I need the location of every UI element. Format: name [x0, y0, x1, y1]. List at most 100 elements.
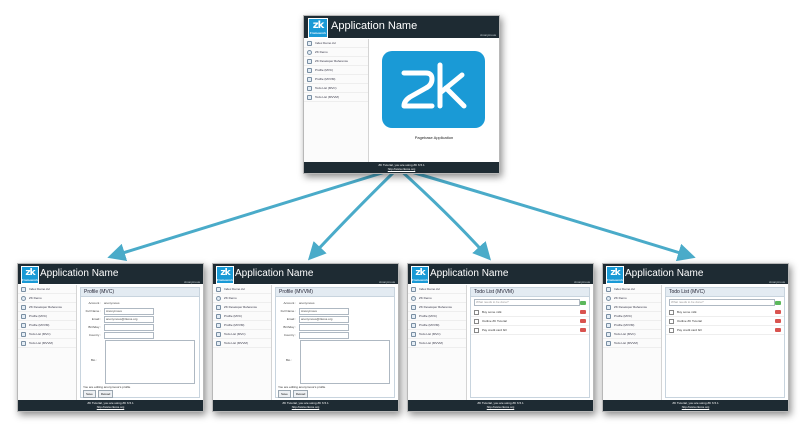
todo-checkbox[interactable] — [669, 327, 674, 333]
page-icon — [307, 67, 312, 73]
sidebar-item-profile-mvvm[interactable]: Profile (MVVM) — [304, 75, 368, 84]
footer-link[interactable]: http://www.zkoss.org — [603, 405, 788, 409]
todo-checkbox[interactable] — [474, 327, 479, 333]
sidebar-item-dev-reference[interactable]: ZK Developer Reference — [408, 303, 466, 312]
save-button[interactable]: Save — [278, 390, 291, 398]
sidebar-item-index[interactable]: Index Demo.zul — [18, 285, 76, 294]
sidebar-item-zk-demo[interactable]: ZK Demo — [603, 294, 661, 303]
birthday-datebox[interactable] — [299, 323, 349, 331]
bio-textarea[interactable] — [300, 340, 390, 384]
todo-checkbox[interactable] — [669, 318, 674, 324]
delete-todo-button[interactable] — [580, 310, 586, 314]
email-input[interactable]: anonymous@zkoss.org — [104, 315, 154, 323]
user-link[interactable]: Anonymous — [769, 280, 785, 284]
panel-title: Todo List (MVVM) — [471, 288, 589, 297]
footer-link[interactable]: http://www.zkoss.org — [408, 405, 593, 409]
page-icon — [411, 313, 416, 319]
zk-logo: zk Framework — [216, 266, 234, 284]
sidebar-item-todo-mvvm[interactable]: Todo List (MVVM) — [304, 93, 368, 102]
sidebar-item-profile-mvc[interactable]: Profile (MVC) — [603, 312, 661, 321]
sidebar-item-todo-mvc[interactable]: Todo List (MVC) — [213, 330, 271, 339]
reload-button[interactable]: Reload — [292, 390, 309, 398]
sidebar-item-index[interactable]: Index Demo.zul — [408, 285, 466, 294]
app-header: zk Framework Application Name Anonymous — [213, 264, 398, 284]
sidebar-item-todo-mvvm[interactable]: Todo List (MVVM) — [213, 339, 271, 348]
sidebar-item-todo-mvc[interactable]: Todo List (MVC) — [18, 330, 76, 339]
globe-icon — [21, 295, 26, 301]
globe-icon — [216, 295, 221, 301]
sidebar-item-profile-mvc[interactable]: Profile (MVC) — [18, 312, 76, 321]
page-icon — [606, 340, 611, 346]
page-icon — [307, 85, 312, 91]
todo-checkbox[interactable] — [474, 309, 479, 315]
fullname-row: Full Name : Anonymous — [276, 307, 394, 315]
delete-todo-button[interactable] — [580, 319, 586, 323]
page-icon — [606, 322, 611, 328]
todo-checkbox[interactable] — [474, 318, 479, 324]
account-row: Account : anonymous — [283, 301, 315, 305]
delete-todo-button[interactable] — [580, 328, 586, 332]
user-link[interactable]: Anonymous — [184, 280, 200, 284]
new-todo-input[interactable]: What needs to be done? — [474, 299, 580, 306]
reload-button[interactable]: Reload — [97, 390, 114, 398]
app-header: zk Framework Application Name Anonymous — [18, 264, 203, 284]
sidebar: Index Demo.zul ZK Demo ZK Developer Refe… — [213, 285, 272, 401]
sidebar-item-profile-mvvm[interactable]: Profile (MVVM) — [213, 321, 271, 330]
sidebar-item-todo-mvvm[interactable]: Todo List (MVVM) — [408, 339, 466, 348]
button-row: Save Reload — [83, 390, 114, 398]
page-caption: Pagebase Application — [414, 135, 454, 140]
sidebar-item-todo-mvvm[interactable]: Todo List (MVVM) — [18, 339, 76, 348]
fullname-input[interactable]: Anonymous — [104, 307, 154, 315]
country-row: Country : — [81, 331, 199, 339]
sidebar-item-dev-reference[interactable]: ZK Developer Reference — [304, 57, 368, 66]
app-footer: ZK Tutorial, you are using ZK 6.5.1 http… — [213, 400, 398, 411]
todo-checkbox[interactable] — [669, 309, 674, 315]
sidebar-item-profile-mvc[interactable]: Profile (MVC) — [408, 312, 466, 321]
house-icon — [307, 40, 312, 46]
user-link[interactable]: Anonymous — [379, 280, 395, 284]
sidebar-item-profile-mvvm[interactable]: Profile (MVVM) — [18, 321, 76, 330]
country-combobox[interactable] — [104, 331, 154, 339]
save-button[interactable]: Save — [83, 390, 96, 398]
sidebar-item-zk-demo[interactable]: ZK Demo — [18, 294, 76, 303]
email-input[interactable]: anonymous@zkoss.org — [299, 315, 349, 323]
sidebar-item-profile-mvc[interactable]: Profile (MVC) — [213, 312, 271, 321]
bio-textarea[interactable] — [105, 340, 195, 384]
globe-icon — [307, 49, 312, 55]
sidebar-item-todo-mvc[interactable]: Todo List (MVC) — [408, 330, 466, 339]
sidebar-item-todo-mvc[interactable]: Todo List (MVC) — [304, 84, 368, 93]
delete-todo-button[interactable] — [775, 319, 781, 323]
sidebar-item-profile-mvvm[interactable]: Profile (MVVM) — [603, 321, 661, 330]
sidebar-item-index[interactable]: Index Demo.zul — [213, 285, 271, 294]
footer-link[interactable]: http://www.zkoss.org — [18, 405, 203, 409]
sidebar-item-index[interactable]: Index Demo.zul — [304, 39, 368, 48]
sidebar-item-index[interactable]: Index Demo.zul — [603, 285, 661, 294]
add-todo-button[interactable] — [775, 300, 781, 305]
delete-todo-button[interactable] — [775, 310, 781, 314]
sidebar-item-todo-mvvm[interactable]: Todo List (MVVM) — [603, 339, 661, 348]
country-combobox[interactable] — [299, 331, 349, 339]
sidebar-item-zk-demo[interactable]: ZK Demo — [408, 294, 466, 303]
profile-mvc-screenshot: zk Framework Application Name Anonymous … — [17, 263, 204, 412]
sidebar-item-todo-mvc[interactable]: Todo List (MVC) — [603, 330, 661, 339]
new-todo-input[interactable]: What needs to be done? — [669, 299, 775, 306]
footer-link[interactable]: http://www.zkoss.org — [213, 405, 398, 409]
fullname-input[interactable]: Anonymous — [299, 307, 349, 315]
page-icon — [606, 313, 611, 319]
delete-todo-button[interactable] — [775, 328, 781, 332]
sidebar-item-dev-reference[interactable]: ZK Developer Reference — [603, 303, 661, 312]
add-todo-button[interactable] — [580, 300, 586, 305]
sidebar-item-zk-demo[interactable]: ZK Demo — [213, 294, 271, 303]
sidebar-item-dev-reference[interactable]: ZK Developer Reference — [18, 303, 76, 312]
user-link[interactable]: Anonymous — [574, 280, 590, 284]
sidebar-item-profile-mvvm[interactable]: Profile (MVVM) — [408, 321, 466, 330]
user-link[interactable]: Anonymous — [480, 33, 496, 37]
birthday-datebox[interactable] — [104, 323, 154, 331]
sidebar-item-zk-demo[interactable]: ZK Demo — [304, 48, 368, 57]
sidebar-item-dev-reference[interactable]: ZK Developer Reference — [213, 303, 271, 312]
sidebar-item-profile-mvc[interactable]: Profile (MVC) — [304, 66, 368, 75]
footer-link[interactable]: http://www.zkoss.org — [304, 167, 499, 171]
page-icon — [411, 322, 416, 328]
todo-mvvm-screenshot: zk Framework Application Name Anonymous … — [407, 263, 594, 412]
panel-title: Todo List (MVC) — [666, 288, 784, 297]
